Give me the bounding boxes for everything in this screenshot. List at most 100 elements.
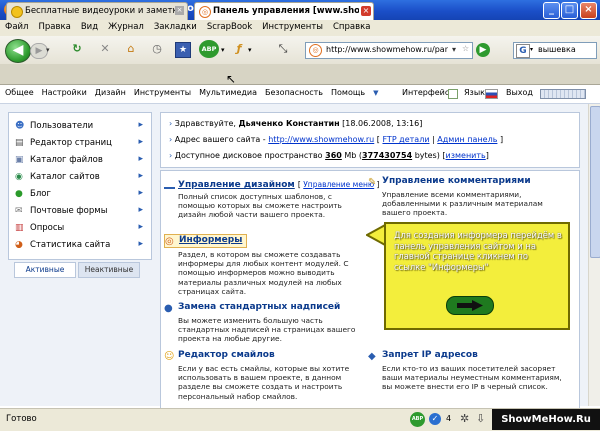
section-smiles-title[interactable]: Редактор смайлов (178, 350, 275, 360)
next-step-button[interactable] (446, 296, 494, 315)
sidebar-item-blog[interactable]: ● Блог ▸ (15, 187, 143, 203)
script-dropdown-icon[interactable]: ▾ (248, 46, 252, 54)
sidebar-item-site-catalog[interactable]: ◉ Каталог сайтов ▸ (15, 170, 143, 186)
back-button[interactable]: ◀ (5, 39, 31, 63)
close-window-button[interactable]: × (580, 2, 597, 19)
history-dropdown-icon[interactable]: ▾ (46, 46, 50, 54)
sidebar-item-mail-forms[interactable]: ✉ Почтовые формы ▸ (15, 204, 143, 220)
menu-tools[interactable]: Инструменты (257, 20, 328, 32)
maximize-button[interactable]: □ (561, 2, 578, 19)
bookmark-page-icon[interactable]: ☆ (462, 44, 469, 53)
callout-text: Для создания информера перейдём в панель… (394, 230, 562, 272)
section-ipban-title[interactable]: Запрет IP адресов (382, 350, 478, 360)
chevron-right-icon: ▸ (138, 222, 143, 232)
disk-space-label: Доступное дисковое пространство (174, 151, 323, 160)
tab-inactive-modules[interactable]: Неактивные (78, 262, 140, 278)
section-ipban-desc: Если кто-то из ваших посетителей засоряе… (382, 364, 562, 392)
search-input[interactable]: вышевка (538, 45, 594, 54)
section-captions-title[interactable]: Замена стандартных надписей (178, 302, 340, 312)
tab-close-icon[interactable]: × (361, 6, 371, 16)
admin-panel-link[interactable]: Админ панель (437, 135, 497, 144)
menu-edit[interactable]: Правка (33, 20, 75, 32)
menu-file[interactable]: Файл (0, 20, 33, 32)
bookmark-star-icon[interactable]: ★ (175, 42, 191, 58)
section-design-title[interactable]: Управление дизайном (178, 180, 295, 190)
sitemenu-interface[interactable]: Интерфейс (402, 88, 449, 97)
go-button[interactable]: ▶ (476, 43, 490, 57)
vertical-scrollbar[interactable] (588, 104, 600, 406)
stop-icon[interactable]: ✕ (98, 42, 112, 56)
russian-flag-icon[interactable] (485, 89, 498, 99)
section-comments-title[interactable]: Управление комментариями (382, 176, 531, 186)
search-bar[interactable]: G ▾ вышевка (513, 42, 597, 59)
reload-icon[interactable]: ↻ (70, 42, 84, 56)
section-design: Управление дизайном [ Управление меню ] … (164, 176, 379, 220)
sitemenu-multimedia[interactable]: Мультимедиа (194, 85, 260, 97)
extension-status-icon[interactable]: ✓ (429, 413, 441, 425)
menu-view[interactable]: Вид (76, 20, 103, 32)
greeting-text: Здравствуйте, (174, 119, 236, 128)
sitemenu-design[interactable]: Дизайн (90, 85, 129, 97)
url-dropdown-icon[interactable]: ▾ (452, 45, 456, 54)
history-clock-icon[interactable]: ◷ (150, 42, 164, 56)
sitemenu-tools[interactable]: Инструменты (129, 85, 194, 97)
file-catalog-icon: ▣ (15, 155, 24, 165)
tab-close-icon[interactable]: × (175, 6, 184, 15)
menu-bar: Файл Правка Вид Журнал Закладки ScrapBook Инст… (0, 20, 600, 37)
section-smiles-desc: Если у вас есть смайлы, которые вы хотит… (178, 364, 350, 401)
ip-ban-icon: ◆ (368, 351, 376, 362)
download-icon[interactable]: ⇩ (476, 412, 485, 425)
sitemenu-logout[interactable]: Выход (506, 88, 533, 97)
interface-checkbox[interactable] (448, 89, 458, 99)
site-url-link[interactable]: http://www.showmehow.ru (268, 135, 374, 144)
menu-bookmarks[interactable]: Закладки (149, 20, 202, 32)
sitemenu-general[interactable]: Общее (0, 85, 37, 97)
google-icon[interactable]: G (516, 44, 530, 58)
font-size-slider[interactable] (540, 89, 586, 99)
resize-icon[interactable]: ⤡ (276, 42, 290, 56)
sidebar-item-polls[interactable]: ▥ Опросы ▸ (15, 221, 143, 237)
adblock-status-icon[interactable]: ABP (410, 412, 425, 427)
section-informers-title[interactable]: Информеры (179, 235, 242, 245)
adblock-plus-icon[interactable]: ABP (199, 40, 219, 58)
menu-history[interactable]: Журнал (103, 20, 149, 32)
disk-space-row: › Доступное дисковое пространство 360 Mb… (169, 151, 489, 160)
sidebar-item-users[interactable]: ☻ Пользователи ▸ (15, 119, 143, 135)
menu-management-link[interactable]: Управление меню (303, 180, 374, 189)
mouse-cursor-icon: ↖ (226, 72, 237, 86)
scrollbar-thumb[interactable] (590, 106, 600, 258)
arrow-right-icon (457, 300, 483, 311)
tab-videolessons[interactable]: Бесплатные видеоуроки и заметки - ... × (6, 2, 188, 20)
help-dropdown-icon[interactable]: ▼ (368, 86, 381, 97)
sitemenu-security[interactable]: Безопасность (260, 85, 326, 97)
puzzle-icon[interactable]: ✲ (460, 412, 469, 425)
tab-active-modules[interactable]: Активные (14, 262, 76, 278)
design-icon (164, 176, 175, 189)
adblock-dropdown-icon[interactable]: ▾ (221, 46, 225, 54)
sidebar-item-statistics[interactable]: ◕ Статистика сайта ▸ (15, 238, 143, 254)
tab-label: Бесплатные видеоуроки и заметки - ... (25, 6, 175, 16)
sidebar-item-page-editor[interactable]: ▤ Редактор страниц ▸ (15, 136, 143, 152)
address-bar[interactable]: ◎ http://www.showmehow.ru/pan ▾ ☆ (305, 42, 473, 59)
menu-help[interactable]: Справка (328, 20, 375, 32)
ftp-details-link[interactable]: FTP детали (382, 135, 429, 144)
sitemenu-help[interactable]: Помощь (326, 85, 368, 97)
sitemenu-language[interactable]: Язык (464, 88, 485, 97)
sidebar-item-label: Опросы (30, 223, 65, 233)
site-address-label: Адрес вашего сайта - (174, 135, 266, 144)
sidebar-item-label: Каталог сайтов (30, 172, 100, 182)
search-engine-dropdown-icon[interactable]: ▾ (530, 46, 533, 53)
home-icon[interactable]: ⌂ (124, 42, 138, 56)
watermark-brand: ShowMeHow.Ru (492, 409, 600, 430)
menu-scrapbook[interactable]: ScrapBook (202, 20, 257, 32)
chevron-right-icon: ▸ (138, 205, 143, 215)
sidebar-item-file-catalog[interactable]: ▣ Каталог файлов ▸ (15, 153, 143, 169)
script-icon[interactable]: ƒ (232, 42, 246, 56)
minimize-button[interactable]: _ (543, 2, 560, 19)
site-catalog-icon: ◉ (15, 172, 23, 182)
sitemenu-settings[interactable]: Настройки (37, 85, 90, 97)
tab-control-panel[interactable]: ◎ Панель управления [www.showm... × (194, 2, 374, 20)
account-info-box: › Здравствуйте, Дьяченко Константин [18.… (160, 112, 580, 168)
change-space-link[interactable]: изменить (446, 151, 486, 160)
tab-favicon-icon: ◎ (199, 6, 211, 18)
